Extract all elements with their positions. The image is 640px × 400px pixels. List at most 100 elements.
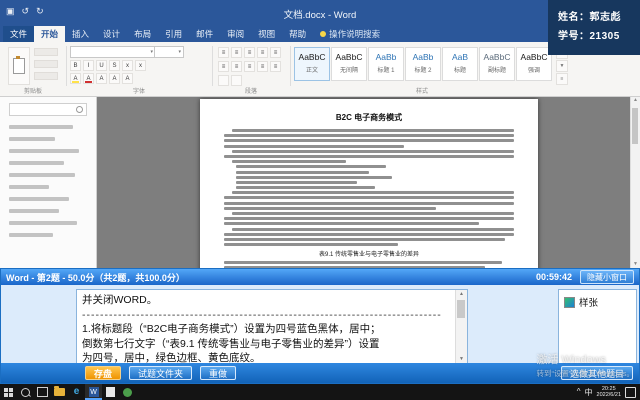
borders-button[interactable] (231, 75, 242, 86)
multilevel-list-button[interactable]: ≡ (244, 47, 255, 58)
tab-design[interactable]: 设计 (96, 26, 127, 42)
text-effects-button[interactable]: A (122, 73, 133, 84)
file-explorer-button[interactable] (51, 384, 68, 400)
tray-clock[interactable]: 20:25 2022/6/21 (597, 386, 621, 398)
scroll-down-icon[interactable]: ▼ (631, 260, 640, 268)
shading-button[interactable] (218, 75, 229, 86)
redo-button[interactable]: 重做 (200, 366, 236, 380)
question-folder-button[interactable]: 试题文件夹 (129, 366, 192, 380)
tab-file[interactable]: 文件 (3, 26, 34, 42)
font-name-select[interactable]: ▾ (70, 46, 156, 58)
tab-home[interactable]: 开始 (34, 26, 65, 42)
cut-button[interactable] (34, 48, 58, 56)
nav-item-placeholder (9, 221, 77, 225)
paragraph-buttons-row3 (218, 75, 242, 86)
tab-layout[interactable]: 布局 (127, 26, 158, 42)
style-heading2[interactable]: AaBb 标题 2 (405, 47, 441, 81)
word-titlebar: ▣ ↺ ↻ 文档.docx - Word (0, 0, 640, 26)
document-title: B2C 电子商务模式 (224, 112, 514, 123)
decrease-indent-button[interactable]: ≡ (257, 47, 268, 58)
style-title[interactable]: AaB 标题 (442, 47, 478, 81)
tab-references[interactable]: 引用 (158, 26, 189, 42)
change-case-button[interactable]: A (96, 73, 107, 84)
save-answer-button[interactable]: 存盘 (85, 366, 121, 380)
document-text-line (236, 165, 386, 168)
font-color-swatch (85, 81, 92, 83)
browser-button[interactable] (119, 384, 136, 400)
ribbon-tab-strip: 文件 开始 插入 设计 布局 引用 邮件 审阅 视图 帮助 操作说明搜索 (0, 26, 640, 42)
task-view-button[interactable] (34, 384, 51, 400)
document-page[interactable]: B2C 电子商务模式 表9.1 传统零售业与电子零售业的差异 (200, 99, 538, 268)
format-painter-button[interactable] (34, 72, 58, 80)
group-separator (290, 46, 291, 86)
scroll-up-icon[interactable]: ▲ (631, 96, 640, 104)
align-right-button[interactable]: ≡ (244, 61, 255, 72)
clear-format-button[interactable]: A (109, 73, 120, 84)
tray-date: 2022/6/21 (597, 392, 621, 398)
document-scrollbar[interactable]: ▲ ▼ (630, 96, 640, 268)
scroll-up-icon[interactable]: ▲ (456, 290, 467, 299)
scrollbar-thumb[interactable] (457, 300, 465, 318)
image-file-icon (564, 297, 575, 308)
instructions-scrollbar[interactable]: ▲ ▼ (455, 290, 467, 364)
italic-button[interactable]: I (83, 60, 94, 71)
document-text-line (224, 145, 404, 148)
notification-center-icon[interactable] (625, 387, 636, 398)
font-color-button[interactable]: A (83, 73, 94, 84)
tab-help[interactable]: 帮助 (282, 26, 313, 42)
justify-button[interactable]: ≡ (257, 61, 268, 72)
superscript-button[interactable]: x (135, 60, 146, 71)
group-label-font: 字体 (68, 86, 210, 95)
style-heading1[interactable]: AaBb 标题 1 (368, 47, 404, 81)
text-highlight-button[interactable]: A (70, 73, 81, 84)
font-size-select[interactable]: ▾ (154, 46, 184, 58)
document-app-button[interactable] (102, 384, 119, 400)
style-sample: AaBb (369, 52, 403, 62)
paste-button[interactable] (8, 47, 30, 85)
bold-button[interactable]: B (70, 60, 81, 71)
align-center-button[interactable]: ≡ (231, 61, 242, 72)
sample-item[interactable]: 样张 (564, 295, 631, 309)
exam-instructions-text: 并关闭WORD。 -------------------------------… (77, 290, 467, 365)
underline-button[interactable]: U (96, 60, 107, 71)
align-left-button[interactable]: ≡ (218, 61, 229, 72)
bullets-button[interactable]: ≡ (218, 47, 229, 58)
edge-icon: e (74, 387, 80, 397)
subscript-button[interactable]: x (122, 60, 133, 71)
input-method-indicator[interactable]: 中 (585, 387, 593, 398)
tray-expand-icon[interactable]: ^ (577, 388, 581, 396)
gallery-more-icon[interactable]: ≡ (556, 73, 568, 85)
numbering-button[interactable]: ≡ (231, 47, 242, 58)
exam-timer: 00:59:42 (536, 272, 572, 282)
group-separator (66, 46, 67, 86)
choose-other-question-button[interactable]: 选做其他题目 (561, 366, 633, 380)
style-emphasis[interactable]: AaBbC 强调 (516, 47, 552, 81)
style-sample: AaBbC (332, 52, 366, 62)
gallery-down-icon[interactable]: ▼ (556, 60, 568, 72)
tab-review[interactable]: 审阅 (220, 26, 251, 42)
increase-indent-button[interactable]: ≡ (270, 47, 281, 58)
search-button[interactable] (17, 384, 34, 400)
tab-view[interactable]: 视图 (251, 26, 282, 42)
hide-question-button[interactable]: 隐藏小窗口 (580, 270, 634, 284)
copy-button[interactable] (34, 60, 58, 68)
strikethrough-button[interactable]: S (109, 60, 120, 71)
styles-gallery: AaBbC 正文 AaBbC 无间隔 AaBb 标题 1 AaBb 标题 2 A… (294, 47, 552, 81)
start-button[interactable] (0, 384, 17, 400)
tab-mailings[interactable]: 邮件 (189, 26, 220, 42)
exam-titlebar[interactable]: Word - 第2题 - 50.0分（共2题，共100.0分） 00:59:42… (1, 269, 639, 285)
tab-insert[interactable]: 插入 (65, 26, 96, 42)
nav-search-input[interactable] (9, 103, 87, 116)
sample-item-label: 样张 (579, 295, 598, 309)
line-spacing-button[interactable]: ≡ (270, 61, 281, 72)
scrollbar-thumb[interactable] (632, 108, 638, 144)
style-subtitle[interactable]: AaBbC 副标题 (479, 47, 515, 81)
tellme-search[interactable]: 操作说明搜索 (313, 26, 387, 42)
style-no-spacing[interactable]: AaBbC 无间隔 (331, 47, 367, 81)
style-label: 标题 (443, 65, 477, 74)
student-info-panel: 姓名：郭志彪 学号：21305 (548, 0, 640, 55)
edge-button[interactable]: e (68, 384, 85, 400)
style-normal[interactable]: AaBbC 正文 (294, 47, 330, 81)
word-taskbar-button[interactable]: W (85, 384, 102, 400)
nav-item-placeholder (9, 125, 73, 129)
